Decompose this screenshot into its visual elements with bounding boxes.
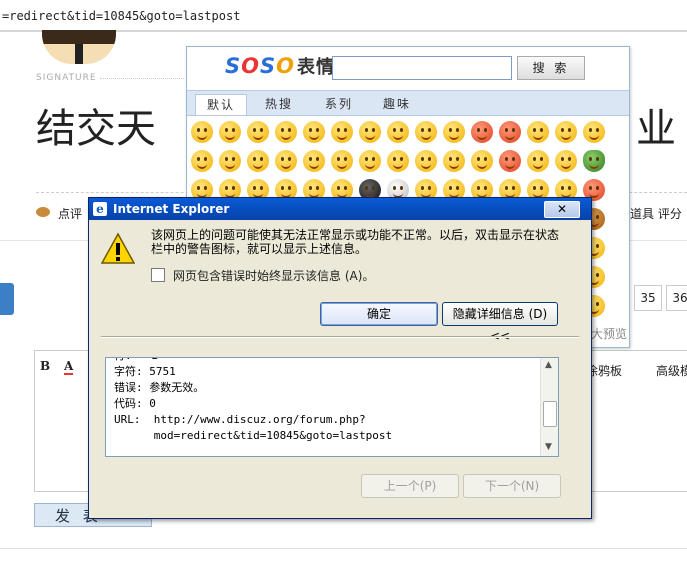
page-number[interactable]: 36 (666, 285, 687, 311)
post-tools[interactable]: 道具 评分 (630, 205, 682, 222)
hide-details-button[interactable]: 隐藏详细信息 (D) << (442, 302, 558, 343)
emoticon-face[interactable] (471, 150, 493, 172)
emoticon-face[interactable] (583, 150, 605, 172)
bold-button[interactable]: B (40, 359, 50, 373)
dialog-title: Internet Explorer (113, 202, 230, 216)
emoticon-face[interactable] (415, 150, 437, 172)
emoticon-face[interactable] (247, 121, 269, 143)
emoticon-face[interactable] (499, 150, 521, 172)
close-button[interactable]: ✕ (544, 201, 580, 218)
emoticon-face[interactable] (443, 121, 465, 143)
avatar (42, 30, 116, 64)
emoticon-face[interactable] (191, 121, 213, 143)
ie-error-dialog: e Internet Explorer ✕ 该网页上的问题可能使其无法正常显示或… (88, 197, 592, 519)
emoticon-face[interactable] (275, 150, 297, 172)
error-details-text: 行: 2 字符: 5751 错误: 参数无效。 代码: 0 URL: http:… (114, 358, 393, 442)
warning-icon (101, 232, 135, 264)
ok-button[interactable]: 确定 (320, 302, 438, 326)
scroll-down-icon[interactable]: ▼ (545, 442, 552, 452)
emoticon-face[interactable] (303, 150, 325, 172)
emoticon-face[interactable] (359, 121, 381, 143)
tab-fun[interactable]: 趣味 (375, 94, 419, 114)
emoticon-face[interactable] (555, 150, 577, 172)
scroll-thumb[interactable] (543, 401, 557, 427)
emoticon-face[interactable] (555, 121, 577, 143)
signature-text-tail: 业 (636, 106, 676, 152)
dialog-separator (101, 336, 579, 338)
emoticon-face[interactable] (471, 121, 493, 143)
emoticon-search-button[interactable]: 搜 索 (517, 56, 585, 80)
dialog-titlebar[interactable]: e Internet Explorer ✕ (89, 198, 591, 220)
reply-button[interactable] (0, 283, 14, 315)
emoticon-face[interactable] (443, 150, 465, 172)
large-preview-label[interactable]: 大预览 (591, 325, 627, 342)
emoticon-face[interactable] (359, 150, 381, 172)
ie-icon: e (93, 202, 107, 216)
emoticon-face[interactable] (219, 121, 241, 143)
emoticon-face[interactable] (247, 150, 269, 172)
emoticon-face[interactable] (191, 150, 213, 172)
rate-icon[interactable] (36, 207, 50, 217)
emoticon-face[interactable] (583, 121, 605, 143)
scroll-up-icon[interactable]: ▲ (545, 360, 552, 370)
signature-divider (100, 78, 184, 79)
always-show-label[interactable]: 网页包含错误时始终显示该信息 (A)。 (173, 267, 374, 284)
emoticon-search-input[interactable] (332, 56, 512, 80)
emoticon-tabs: 默认 热搜 系列 趣味 (187, 90, 629, 116)
rate-link[interactable]: 点评 (58, 205, 82, 222)
emoticon-face[interactable] (219, 150, 241, 172)
tab-series[interactable]: 系列 (317, 94, 361, 114)
emoticon-face[interactable] (303, 121, 325, 143)
tab-hot[interactable]: 热搜 (257, 94, 301, 114)
signature-label: SIGNATURE (36, 73, 97, 83)
tab-default[interactable]: 默认 (195, 94, 247, 115)
emoticon-face[interactable] (527, 150, 549, 172)
address-text: =redirect&tid=10845&goto=lastpost (2, 9, 241, 23)
divider (0, 548, 687, 549)
address-bar[interactable]: =redirect&tid=10845&goto=lastpost (0, 0, 687, 32)
emoticon-face[interactable] (415, 121, 437, 143)
emoticon-face[interactable] (387, 150, 409, 172)
emoticon-face[interactable] (331, 121, 353, 143)
dialog-message: 该网页上的问题可能使其无法正常显示或功能不正常。以后，双击显示在状态栏中的警告图… (151, 228, 560, 256)
details-scrollbar[interactable]: ▲ ▼ (540, 358, 558, 456)
advanced-mode-link[interactable]: 高级模式 (656, 362, 687, 379)
error-details-box[interactable]: 行: 2 字符: 5751 错误: 参数无效。 代码: 0 URL: http:… (105, 357, 559, 457)
signature-text: 结交天 (36, 106, 156, 152)
page-number[interactable]: 35 (634, 285, 662, 311)
emoticon-face[interactable] (331, 150, 353, 172)
emoticon-face[interactable] (387, 121, 409, 143)
always-show-checkbox[interactable] (151, 268, 165, 282)
font-color-button[interactable]: A (64, 359, 74, 375)
emoticon-face[interactable] (499, 121, 521, 143)
previous-button[interactable]: 上一个(P) (361, 474, 459, 498)
next-button[interactable]: 下一个(N) (463, 474, 561, 498)
emoticon-face[interactable] (275, 121, 297, 143)
soso-logo: SOSO 表情 (225, 54, 335, 78)
emoticon-face[interactable] (527, 121, 549, 143)
